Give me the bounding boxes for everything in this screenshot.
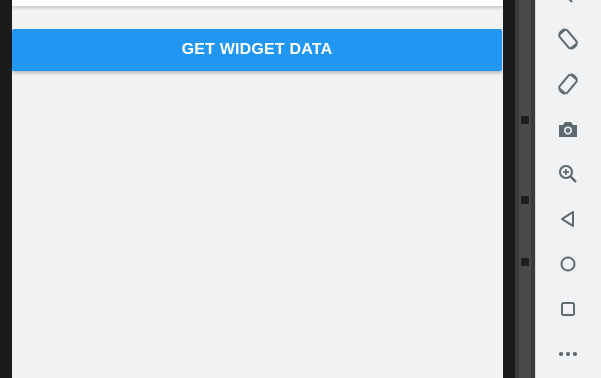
device-screen: GET WIDGET DATA xyxy=(12,0,503,378)
home-button[interactable] xyxy=(550,246,586,282)
get-widget-data-button[interactable]: GET WIDGET DATA xyxy=(12,29,502,71)
rotate-right-icon xyxy=(558,73,578,95)
gutter-tick xyxy=(521,116,529,124)
screenshot-button[interactable] xyxy=(550,111,586,147)
camera-icon xyxy=(559,122,577,137)
zoom-button[interactable] xyxy=(550,156,586,192)
rotate-left-button[interactable] xyxy=(550,21,586,57)
back-button[interactable] xyxy=(550,201,586,237)
zoom-in-icon xyxy=(559,165,577,183)
overview-square-icon xyxy=(561,302,575,316)
more-dots-icon xyxy=(559,352,577,356)
emulator-gutter xyxy=(515,0,535,378)
gutter-tick xyxy=(521,196,529,204)
device-bezel-right xyxy=(503,0,515,378)
back-triangle-icon xyxy=(561,211,574,227)
emulator-toolbar xyxy=(535,0,601,378)
more-button[interactable] xyxy=(550,336,586,372)
gutter-strip xyxy=(519,0,531,378)
rotate-left-icon xyxy=(558,28,578,50)
overview-button[interactable] xyxy=(550,291,586,327)
gutter-tick xyxy=(521,258,529,266)
top-card xyxy=(12,0,503,6)
toolbar-overflow-arrow[interactable] xyxy=(550,0,586,14)
device-bezel-left xyxy=(0,0,12,378)
arrow-icon xyxy=(568,0,573,3)
rotate-right-button[interactable] xyxy=(550,66,586,102)
home-circle-icon xyxy=(560,256,576,272)
